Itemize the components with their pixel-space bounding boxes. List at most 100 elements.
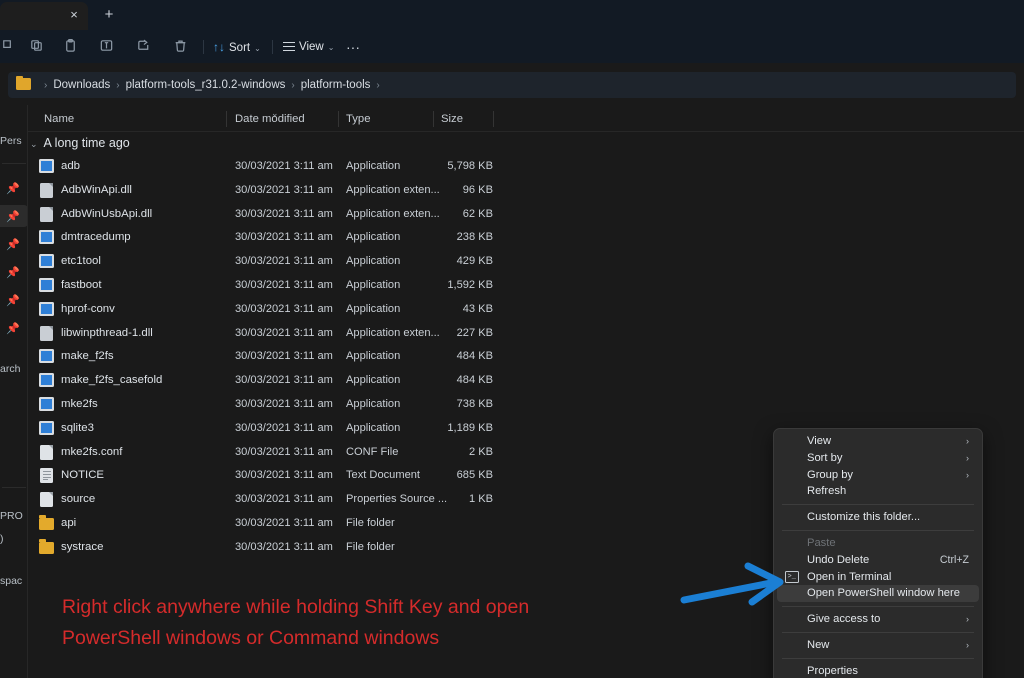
- table-row[interactable]: adb 30/03/2021 3:11 am Application 5,798 KB: [28, 155, 1024, 179]
- column-header-date-modified[interactable]: Date modified: [235, 107, 305, 131]
- new-tab-button[interactable]: +: [100, 6, 118, 24]
- delete-icon[interactable]: [167, 38, 193, 56]
- sidebar-fragment-pro[interactable]: PRO: [0, 510, 23, 522]
- file-size: 429 KB: [456, 255, 493, 268]
- file-type: Application: [346, 160, 401, 172]
- menu-item-undo-delete[interactable]: Undo Delete Ctrl+Z: [777, 552, 979, 569]
- menu-item-group-by[interactable]: Group by ›: [777, 467, 979, 484]
- menu-item-label: Refresh: [807, 485, 847, 498]
- table-row[interactable]: dmtracedump 30/03/2021 3:11 am Application…: [28, 226, 1024, 250]
- sort-arrows-icon: ↑↓: [213, 40, 225, 54]
- file-name: mke2fs.conf: [61, 445, 123, 458]
- sort-label: Sort: [229, 42, 251, 54]
- table-row[interactable]: libwinpthread-1.dll 30/03/2021 3:11 am App…: [28, 322, 1024, 346]
- pin-icon-2[interactable]: 📌: [6, 239, 20, 252]
- context-menu: View › Sort by › Group by › Refresh Customize t…: [773, 428, 983, 678]
- cut-icon[interactable]: [0, 38, 20, 56]
- menu-item-label: Paste: [807, 536, 836, 549]
- file-size: [413, 512, 493, 536]
- sidebar-divider: [2, 163, 26, 164]
- navigation-sidebar: Pers 📌 📌 📌 📌 📌 📌 arch PRO ) spac: [0, 105, 28, 678]
- file-name: AdbWinApi.dll: [61, 183, 132, 196]
- tab-close-icon[interactable]: ×: [66, 7, 82, 23]
- file-name: systrace: [61, 540, 104, 553]
- hamburger-icon: [283, 42, 295, 51]
- file-date-modified: 30/03/2021 3:11 am: [235, 397, 333, 410]
- table-row[interactable]: fastboot 30/03/2021 3:11 am Application 1,5…: [28, 274, 1024, 298]
- file-size: 1,592 KB: [447, 278, 493, 291]
- file-name: source: [61, 493, 96, 506]
- sidebar-fragment-personal[interactable]: Pers: [0, 135, 22, 147]
- paste-icon[interactable]: [57, 38, 83, 56]
- menu-item-properties[interactable]: Properties: [777, 663, 979, 678]
- application-icon: [39, 230, 54, 245]
- file-name: fastboot: [61, 278, 102, 291]
- table-row[interactable]: hprof-conv 30/03/2021 3:11 am Application 4…: [28, 298, 1024, 322]
- view-button[interactable]: View ⌄: [283, 37, 334, 57]
- chevron-right-icon: ›: [966, 614, 969, 625]
- file-size: 484 KB: [456, 350, 493, 363]
- file-date-modified: 30/03/2021 3:11 am: [235, 445, 333, 458]
- menu-item-new[interactable]: New ›: [777, 637, 979, 654]
- column-header-name[interactable]: Name: [44, 107, 74, 131]
- menu-item-give-access-to[interactable]: Give access to ›: [777, 611, 979, 628]
- table-row[interactable]: make_f2fs 30/03/2021 3:11 am Application 48…: [28, 345, 1024, 369]
- file-type: Application: [346, 278, 401, 291]
- menu-item-label: Open PowerShell window here: [807, 587, 960, 600]
- file-type: Application: [346, 255, 401, 268]
- file-date-modified: 30/03/2021 3:11 am: [235, 278, 333, 291]
- column-header-row: Name Date modified Type Size ⌄: [28, 107, 1024, 131]
- application-icon: [39, 396, 54, 412]
- table-row[interactable]: AdbWinUsbApi.dll 30/03/2021 3:11 am Applic…: [28, 203, 1024, 227]
- breadcrumb-item-platform-tools[interactable]: platform-tools: [301, 79, 371, 91]
- column-divider-2[interactable]: [338, 111, 339, 127]
- menu-item-view[interactable]: View ›: [777, 433, 979, 450]
- file-type: CONF File: [346, 445, 399, 458]
- menu-divider: [782, 631, 974, 633]
- column-header-type[interactable]: Type: [346, 107, 371, 131]
- file-name: api: [61, 516, 77, 529]
- table-row[interactable]: etc1tool 30/03/2021 3:11 am Application 429…: [28, 250, 1024, 274]
- annotation-arrow-icon: [680, 562, 784, 606]
- application-icon: [39, 159, 54, 174]
- menu-item-open-powershell-window-here[interactable]: Open PowerShell window here: [777, 585, 979, 603]
- view-label: View: [299, 41, 324, 53]
- menu-item-refresh[interactable]: Refresh: [777, 483, 979, 500]
- sidebar-fragment-workspace[interactable]: spac: [0, 575, 22, 587]
- column-divider-3[interactable]: [433, 111, 434, 127]
- pin-icon-5[interactable]: 📌: [6, 323, 20, 336]
- group-header-a-long-time-ago[interactable]: ⌄ A long time ago: [30, 133, 130, 153]
- column-divider-1[interactable]: [226, 111, 227, 127]
- table-row[interactable]: mke2fs 30/03/2021 3:11 am Application 738 K…: [28, 393, 1024, 417]
- file-name: sqlite3: [61, 421, 94, 434]
- pin-icon-1[interactable]: 📌: [6, 211, 20, 224]
- overflow-menu-button[interactable]: ···: [346, 37, 360, 57]
- column-divider-4[interactable]: [493, 111, 494, 127]
- sort-button[interactable]: ↑↓ Sort ⌄: [213, 37, 261, 57]
- menu-item-customize-this-folder[interactable]: Customize this folder...: [777, 509, 979, 526]
- rename-icon[interactable]: [93, 38, 119, 56]
- dll-file-icon: [39, 206, 54, 222]
- table-row[interactable]: AdbWinApi.dll 30/03/2021 3:11 am Applicati…: [28, 179, 1024, 203]
- file-name: make_f2fs: [61, 350, 114, 363]
- sidebar-fragment-paren[interactable]: ): [0, 533, 4, 545]
- chevron-right-icon: ›: [966, 436, 969, 446]
- share-icon[interactable]: [130, 38, 156, 56]
- breadcrumb-item-downloads[interactable]: Downloads: [53, 79, 110, 91]
- breadcrumb-item-platform-tools-zip[interactable]: platform-tools_r31.0.2-windows: [126, 79, 286, 91]
- pin-icon-3[interactable]: 📌: [6, 267, 20, 280]
- pin-icon-4[interactable]: 📌: [6, 295, 20, 308]
- sidebar-fragment-search[interactable]: arch: [0, 363, 20, 375]
- address-bar[interactable]: › Downloads › platform-tools_r31.0.2-window…: [8, 72, 1016, 98]
- file-size: 227 KB: [456, 326, 493, 339]
- file-name: hprof-conv: [61, 302, 115, 315]
- application-icon: [39, 277, 54, 293]
- file-size: 5,798 KB: [447, 160, 493, 172]
- column-header-size[interactable]: Size: [441, 107, 463, 131]
- menu-item-open-in-terminal[interactable]: >_ Open in Terminal: [777, 569, 979, 586]
- table-row[interactable]: make_f2fs_casefold 30/03/2021 3:11 am Appl…: [28, 369, 1024, 393]
- copy-icon[interactable]: [23, 38, 49, 56]
- file-date-modified: 30/03/2021 3:11 am: [235, 421, 333, 434]
- menu-item-sort-by[interactable]: Sort by ›: [777, 450, 979, 467]
- pin-icon-0[interactable]: 📌: [6, 183, 20, 196]
